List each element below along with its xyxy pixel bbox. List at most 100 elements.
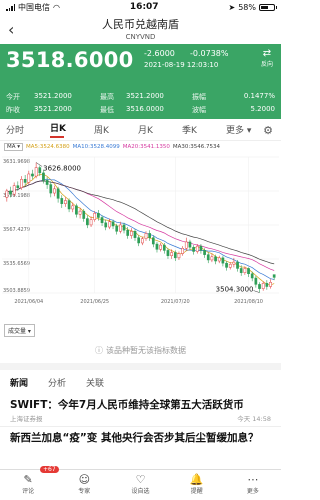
location-icon: ➤ (228, 2, 236, 12)
candle-body (203, 250, 206, 255)
battery-icon (259, 3, 277, 11)
candle-body (247, 268, 250, 275)
candle-body (258, 284, 261, 289)
tab-quarterly-k[interactable]: 季K (182, 123, 226, 136)
volume-row: 成交量 ▾ (0, 323, 281, 337)
quote-time: 2021-08-19 12:03:10 (144, 61, 219, 69)
volume-selector[interactable]: 成交量 ▾ (4, 323, 35, 337)
stat-value: 0.1477% (243, 91, 275, 100)
chart-settings-icon[interactable]: ⚙ (263, 124, 273, 137)
stat-label: 振幅 (192, 92, 206, 101)
candle-body (148, 233, 152, 238)
alert-label: 提醒 (190, 488, 203, 495)
candle-body (5, 190, 9, 198)
quote-header: 3518.6000 -2.6000 -0.0738% 2021-08-19 12… (0, 44, 281, 90)
candle-body (89, 219, 93, 226)
candle-body (217, 257, 221, 262)
candle-body (206, 254, 210, 261)
tab-related[interactable]: 关联 (86, 376, 104, 389)
ma30-line (6, 180, 275, 265)
candle-body (27, 173, 31, 183)
news-item[interactable]: SWIFT：今年7月人民币维持全球第五大活跃货币 上海证券报 今天 14:58 (0, 394, 281, 427)
candle-body (239, 268, 243, 273)
candle-body (272, 274, 276, 278)
stat-label: 昨收 (6, 105, 20, 114)
expert-button[interactable]: ☺ 专家 (56, 470, 112, 500)
candle-body (42, 172, 45, 181)
y-tick-label: 3567.4279 (3, 227, 30, 233)
candle-body (243, 268, 247, 273)
candle-body (93, 212, 97, 220)
stats-row: 今开 3521.2000 最高 3521.2000 振幅 0.1477% (6, 90, 275, 103)
stat-label: 最高 (100, 92, 114, 101)
candle-body (265, 283, 269, 287)
reverse-button[interactable]: ⇄ 反向 (261, 48, 273, 68)
candle-body (100, 217, 104, 224)
candle-body (129, 231, 133, 236)
candle-body (12, 185, 16, 195)
news-title: 新西兰加息“疫”变 其他央行会否步其后尘暂缓加息？ (10, 432, 259, 444)
candle-body (20, 179, 23, 189)
kline-chart[interactable]: 3631.9698 3599.1988 3567.4279 3535.6569 3503… (0, 153, 281, 323)
news-source: 上海证券报 (10, 415, 43, 423)
more-label: 更多 (246, 488, 259, 495)
carrier-label: 中国电信 (18, 2, 50, 12)
tab-weekly-k[interactable]: 周K (94, 123, 138, 136)
clock: 16:07 (129, 2, 159, 12)
alert-button[interactable]: 🔔 提醒 (169, 470, 225, 500)
stats-row: 昨收 3521.2000 最低 3516.0000 波幅 5.2000 (6, 103, 275, 116)
info-icon: ⓘ (95, 345, 103, 355)
candle-body (269, 282, 272, 287)
ma5-label: MA5:3524.6380 (26, 144, 70, 150)
expert-icon: ☺ (78, 473, 91, 486)
price-change: -2.6000 (144, 49, 175, 58)
candle-body (78, 210, 82, 215)
candle-body (225, 262, 228, 268)
reverse-label: 反向 (260, 61, 273, 68)
favorite-button[interactable]: ♡ 设自选 (112, 470, 168, 500)
nav-bar: ‹ 人民币兑越南盾 CNYVND (0, 14, 281, 44)
stat-value: 5.2000 (250, 104, 276, 113)
section-divider (0, 363, 281, 370)
candle-body (236, 261, 239, 269)
tab-monthly-k[interactable]: 月K (138, 123, 182, 136)
tab-daily-k[interactable]: 日K (50, 121, 94, 138)
candle-body (82, 210, 86, 219)
tab-analysis[interactable]: 分析 (48, 376, 66, 389)
stat-label: 最低 (100, 105, 114, 114)
tab-news[interactable]: 新闻 (10, 376, 28, 389)
ma10-label: MA10:3528.4099 (72, 144, 120, 150)
candle-body (144, 233, 148, 239)
stat-label: 今开 (6, 92, 20, 101)
y-tick-label: 3631.9698 (3, 159, 30, 165)
candle-body (210, 256, 214, 261)
ma20-line (6, 180, 275, 271)
candle-body (122, 224, 126, 231)
candle-body (170, 252, 173, 256)
favorite-label: 设自选 (131, 488, 150, 495)
candle-body (159, 244, 162, 250)
expert-label: 专家 (78, 488, 91, 495)
candle-body (166, 250, 170, 256)
tab-intraday[interactable]: 分时 (6, 123, 50, 136)
candle-body (71, 205, 75, 210)
candle-body (31, 173, 34, 177)
y-tick-label: 3535.6569 (3, 261, 30, 267)
news-item[interactable]: 新西兰加息“疫”变 其他央行会否步其后尘暂缓加息？ (0, 427, 281, 448)
comment-button[interactable]: +67 ✎ 评论 (0, 466, 59, 500)
candle-body (151, 237, 155, 245)
candle-body (104, 222, 108, 228)
candle-body (214, 256, 217, 262)
candle-body (232, 261, 236, 265)
bell-icon: 🔔 (189, 473, 204, 486)
min-annotation-line (253, 290, 260, 293)
candle-body (67, 200, 71, 210)
wifi-icon: ◠ (53, 2, 60, 12)
ma-selector[interactable]: MA ▾ (4, 143, 24, 151)
page-title: 人民币兑越南盾 (102, 18, 179, 31)
back-icon[interactable]: ‹ (8, 20, 14, 39)
candle-body (199, 245, 203, 251)
current-price: 3518.6000 (6, 48, 134, 72)
candle-body (97, 212, 100, 218)
more-button[interactable]: ⋯ 更多 (225, 470, 281, 500)
